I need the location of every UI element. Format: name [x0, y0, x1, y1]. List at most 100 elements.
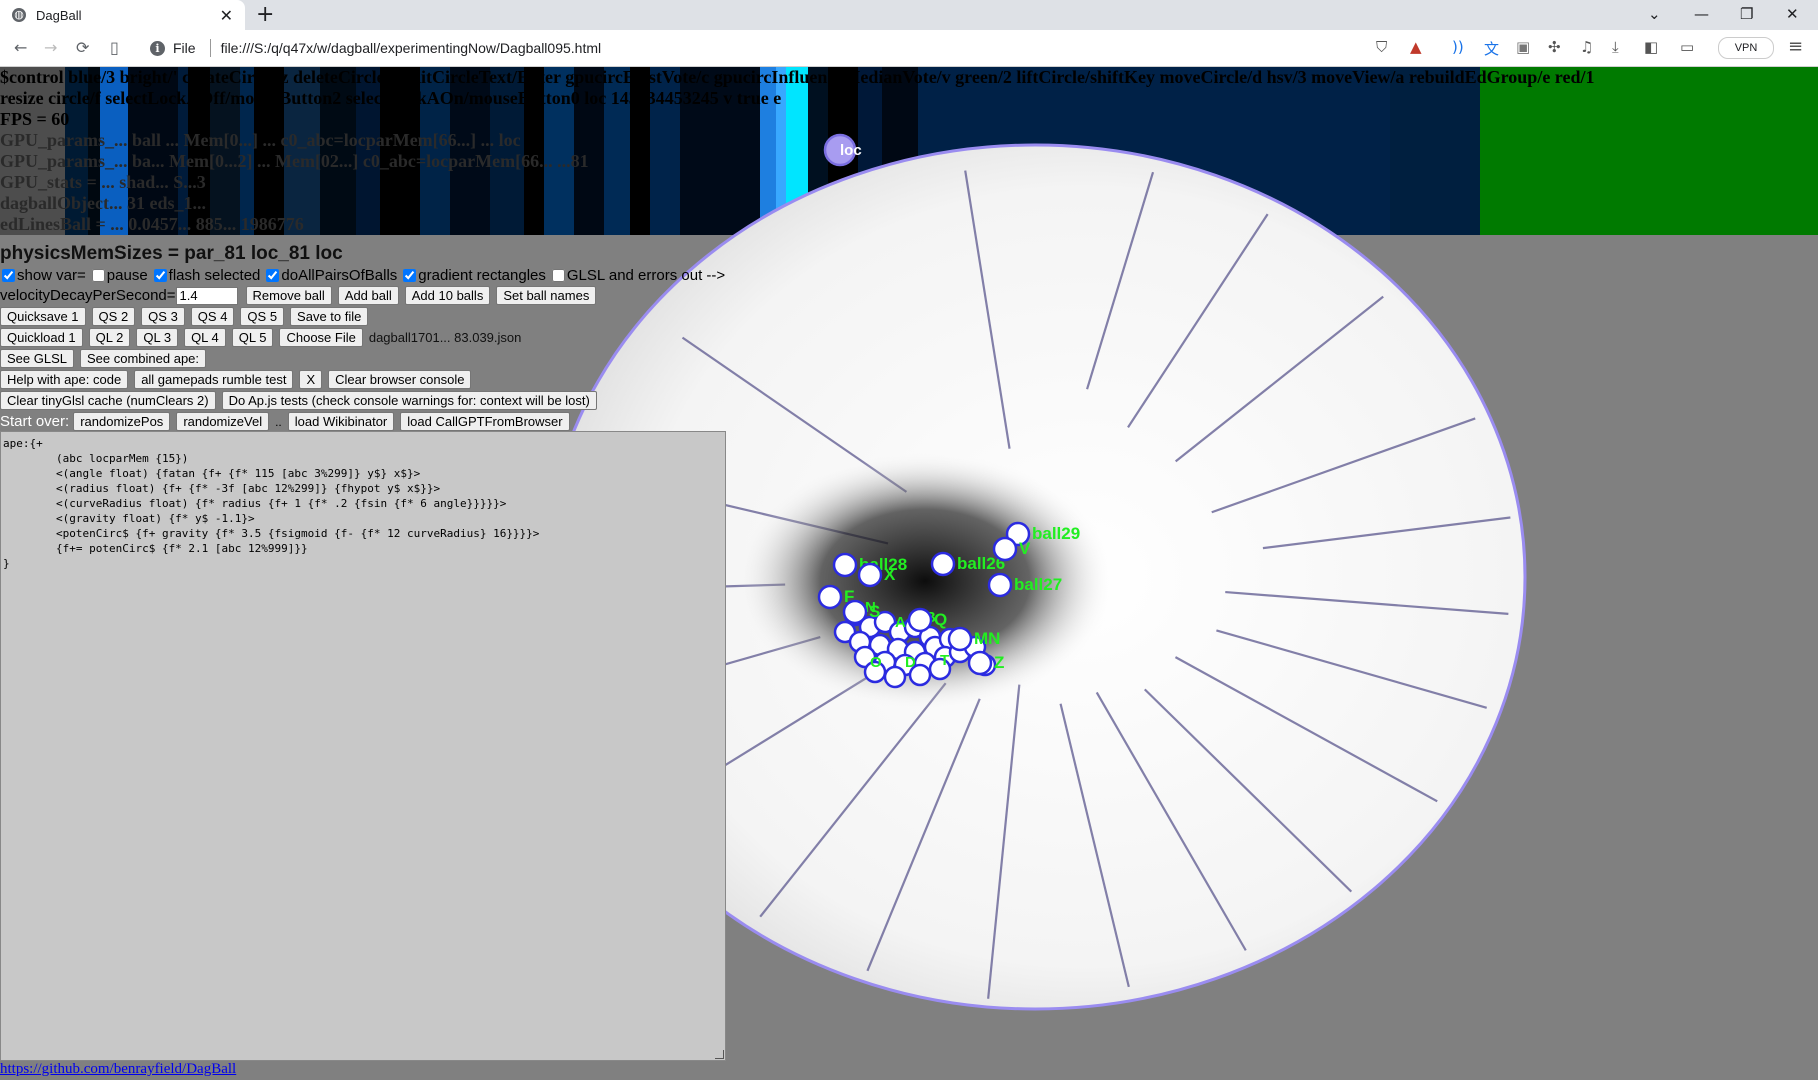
github-link[interactable]: https://github.com/benrayfield/DagBall [0, 1061, 236, 1078]
glsl-errors-checkbox[interactable] [551, 269, 565, 282]
physics-mem-sizes: physicsMemSizes = par_81 loc_81 loc [0, 243, 343, 264]
tab-title: DagBall [36, 7, 82, 23]
named-ball [907, 607, 933, 633]
download-icon[interactable]: ⤓ [1612, 38, 1619, 56]
wifi-extension-icon[interactable]: )) [1452, 38, 1464, 56]
ql-2-button[interactable]: QL 2 [88, 328, 131, 347]
restore-button[interactable]: ❐ [1740, 5, 1753, 23]
quickload-1-button[interactable]: Quickload 1 [0, 328, 83, 347]
extension-icon[interactable]: ▣ [1516, 38, 1530, 56]
browser-tab[interactable]: ◍ DagBall ✕ [0, 0, 245, 30]
glsl-row: See GLSL See combined ape: [0, 349, 212, 368]
glsl-errors-option[interactable]: GLSL and errors out --> [550, 267, 725, 284]
remove-ball-button[interactable]: Remove ball [245, 286, 332, 305]
qs-5-button[interactable]: QS 5 [240, 307, 285, 326]
ql-3-button[interactable]: QL 3 [136, 328, 179, 347]
named-ball [857, 562, 883, 588]
pause-option[interactable]: pause [90, 267, 148, 284]
quicksave-row: Quicksave 1 QS 2 QS 3 QS 4 QS 5 Save to … [0, 307, 374, 326]
load-callgpt-button[interactable]: load CallGPTFromBrowser [400, 412, 570, 431]
vpn-label: VPN [1734, 42, 1758, 54]
pause-checkbox[interactable] [91, 269, 105, 282]
cluster-ball-label: T [940, 652, 949, 669]
named-ball [817, 584, 843, 610]
cluster-ball-label: D [905, 654, 916, 671]
ball-label: X [884, 565, 896, 584]
vpn-button[interactable]: VPN [1718, 37, 1774, 59]
ql-4-button[interactable]: QL 4 [184, 328, 226, 347]
set-ball-names-button[interactable]: Set ball names [496, 286, 597, 305]
debug-overlay: $control blue/3 bright/' createCircle/z … [0, 67, 1818, 235]
wallet-icon[interactable]: ▭ [1680, 38, 1694, 56]
puzzle-icon[interactable]: ✣ [1548, 38, 1561, 56]
ball-label: Q [934, 610, 947, 629]
named-ball [842, 599, 868, 625]
named-ball [832, 552, 858, 578]
quicksave-1-button[interactable]: Quicksave 1 [0, 307, 86, 326]
forward-icon[interactable]: → [44, 38, 57, 57]
browser-tab-bar: ◍ DagBall ✕ + ⌄ — ❐ ✕ [0, 0, 1818, 30]
back-icon[interactable]: ← [14, 38, 27, 57]
bookmark-icon[interactable]: ▯ [110, 38, 119, 57]
choose-file-button[interactable]: Choose File [279, 328, 363, 347]
media-icon[interactable]: ♫ [1580, 38, 1593, 56]
chosen-file-name: dagball1701... 83.039.json [368, 330, 522, 345]
apjs-tests-button[interactable]: Do Ap.js tests (check console warnings f… [221, 391, 597, 410]
all-pairs-checkbox[interactable] [266, 269, 280, 282]
all-pairs-option[interactable]: doAllPairsOfBalls [264, 267, 397, 284]
ape-code-textarea[interactable]: ape:{+ (abc locparMem {15}) <(angle floa… [0, 431, 726, 1061]
qs-3-button[interactable]: QS 3 [141, 307, 185, 326]
x-button[interactable]: X [299, 370, 323, 389]
cluster-ball-label: O [870, 654, 882, 671]
named-ball [947, 626, 973, 652]
url-separator [209, 39, 211, 57]
new-tab-button[interactable]: + [256, 2, 274, 27]
reload-icon[interactable]: ⟳ [76, 38, 89, 57]
url-text[interactable]: file:///S:/q/q47x/w/dagball/experimentin… [221, 40, 602, 56]
qs-4-button[interactable]: QS 4 [190, 307, 235, 326]
minimize-button[interactable]: — [1694, 5, 1709, 23]
gamepad-rumble-button[interactable]: all gamepads rumble test [134, 370, 294, 389]
ball-label: MN [974, 629, 1000, 648]
show-var-option[interactable]: show var= [0, 267, 86, 284]
page-content: NABWODTlocball29ball28ball26ball27VXFSQM… [0, 67, 1818, 1080]
help-ape-code-button[interactable]: Help with ape: code [0, 370, 129, 389]
cluster-ball-label: A [895, 614, 906, 631]
help-row: Help with ape: code all gamepads rumble … [0, 370, 477, 389]
load-wikibinator-button[interactable]: load Wikibinator [287, 412, 395, 431]
cache-row: Clear tinyGlsl cache (numClears 2) Do Ap… [0, 391, 603, 410]
qs-2-button[interactable]: QS 2 [91, 307, 136, 326]
save-to-file-button[interactable]: Save to file [290, 307, 369, 326]
flash-selected-option[interactable]: flash selected [152, 267, 260, 284]
resize-handle[interactable] [715, 1050, 724, 1059]
gpu-stats-text: GPU_stats = ... shad... S...3 [0, 172, 206, 192]
ball-label: V [1019, 539, 1031, 558]
randomize-pos-button[interactable]: randomizePos [73, 412, 171, 431]
close-window-button[interactable]: ✕ [1786, 5, 1799, 23]
control-keys-text: $control blue/3 bright/' createCircle/z … [0, 67, 1595, 87]
clear-console-button[interactable]: Clear browser console [328, 370, 472, 389]
sidebar-icon[interactable]: ◧ [1644, 38, 1658, 56]
rewards-icon[interactable]: ▲ [1410, 38, 1422, 56]
add-ball-button[interactable]: Add ball [337, 286, 399, 305]
gradient-rectangles-option[interactable]: gradient rectangles [401, 267, 546, 284]
brave-shield-icon[interactable]: ⛉ [1376, 38, 1387, 56]
named-ball [967, 650, 993, 676]
show-var-checkbox[interactable] [2, 269, 15, 282]
menu-icon[interactable]: ≡ [1788, 36, 1803, 57]
tab-close-icon[interactable]: ✕ [220, 6, 233, 25]
velocity-decay-input[interactable] [175, 286, 238, 305]
translate-icon[interactable]: 文 [1484, 38, 1499, 59]
flash-selected-checkbox[interactable] [153, 269, 167, 282]
start-over-row: Start over: randomizePos randomizeVel ..… [0, 412, 576, 431]
see-glsl-button[interactable]: See GLSL [0, 349, 74, 368]
ql-5-button[interactable]: QL 5 [231, 328, 274, 347]
tab-search-icon[interactable]: ⌄ [1648, 5, 1661, 23]
info-icon[interactable]: i [150, 40, 165, 56]
randomize-vel-button[interactable]: randomizeVel [176, 412, 270, 431]
gradient-rectangles-checkbox[interactable] [403, 269, 417, 282]
see-combined-ape-button[interactable]: See combined ape: [80, 349, 207, 368]
address-bar[interactable]: i File file:///S:/q/q47x/w/dagball/exper… [150, 34, 1365, 62]
clear-cache-button[interactable]: Clear tinyGlsl cache (numClears 2) [0, 391, 216, 410]
add-10-balls-button[interactable]: Add 10 balls [404, 286, 491, 305]
